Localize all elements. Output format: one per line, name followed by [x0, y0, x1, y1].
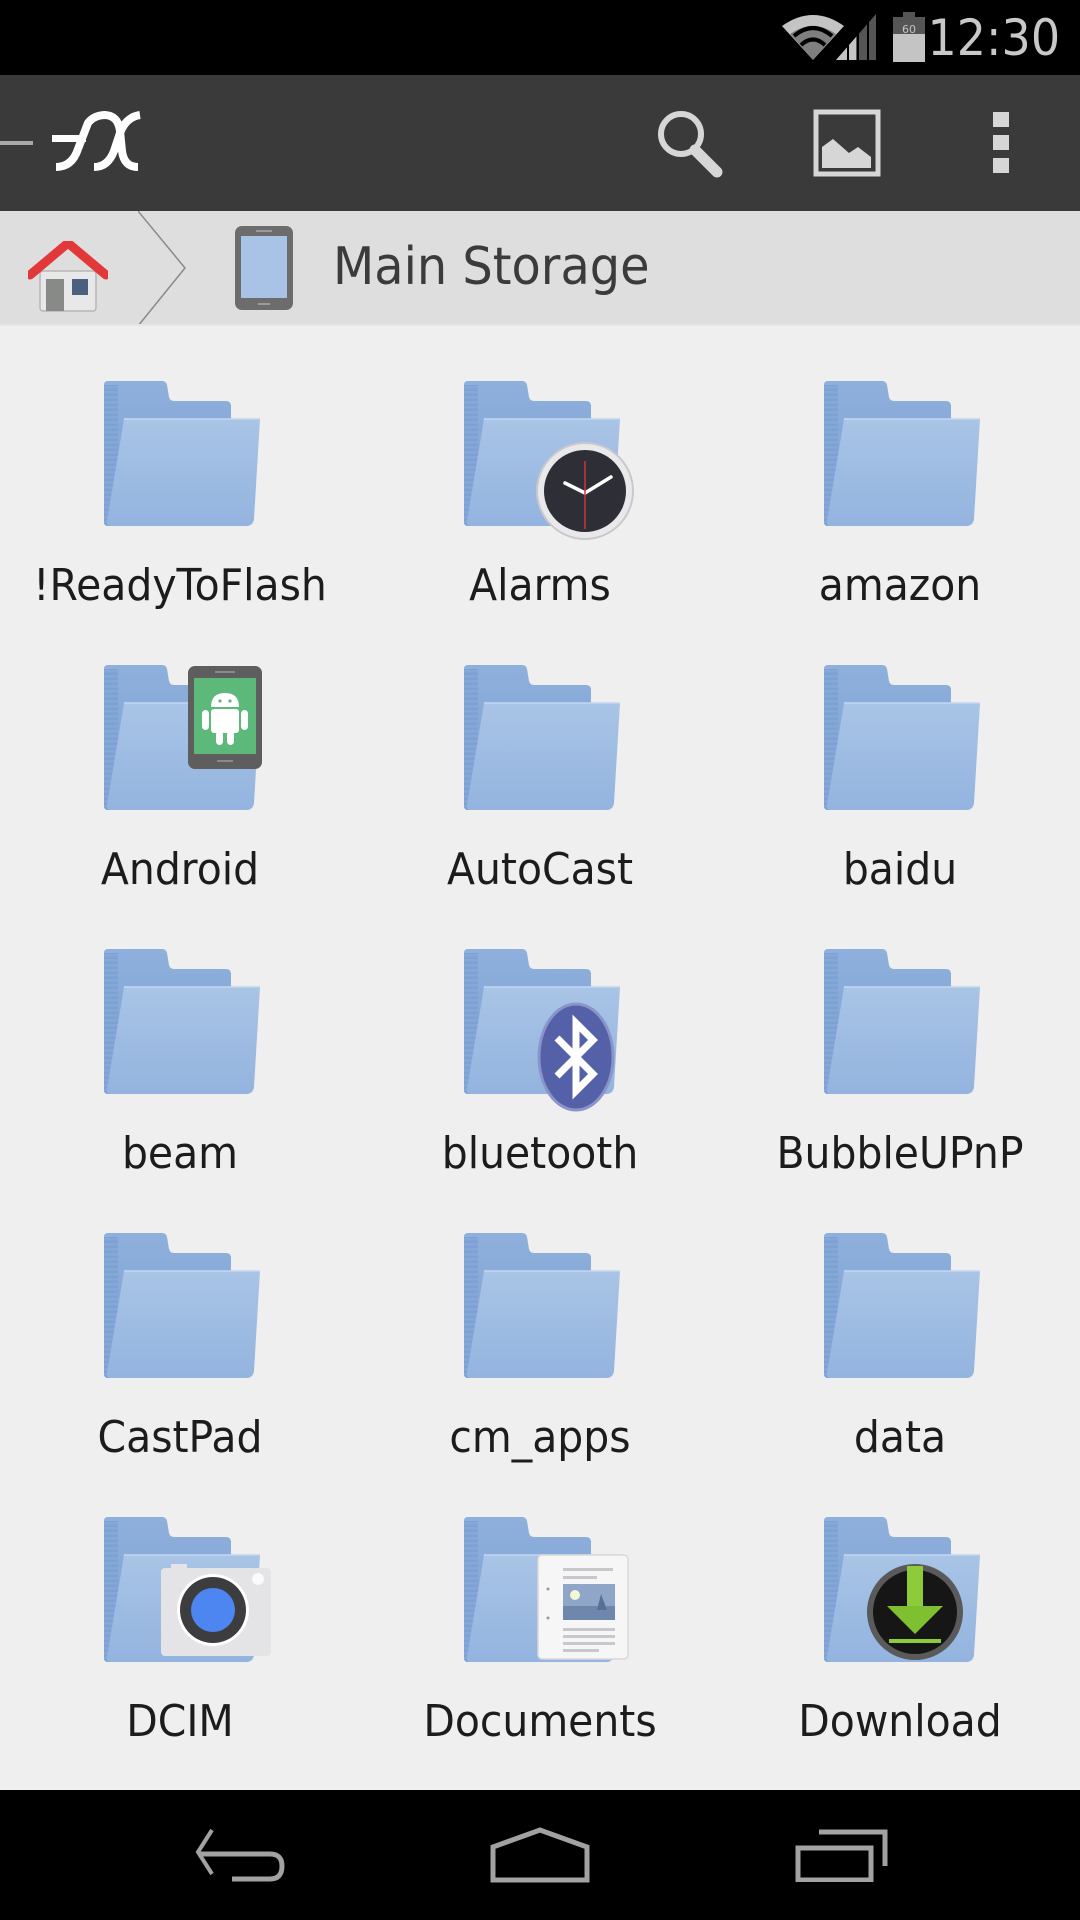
- search-button[interactable]: [640, 95, 740, 191]
- clock: 12:30: [927, 9, 1060, 67]
- folder-label: beam: [121, 1128, 239, 1179]
- battery-level: 60: [902, 23, 916, 36]
- folder-label: data: [853, 1412, 947, 1463]
- folder-label: Android: [100, 844, 260, 895]
- folder-item[interactable]: Download: [720, 1462, 1080, 1747]
- folder-item[interactable]: CastPad: [0, 1178, 360, 1463]
- folder-item[interactable]: bluetooth: [360, 894, 720, 1179]
- cell-signal-icon: [836, 14, 876, 62]
- camera-icon: [161, 1564, 271, 1656]
- breadcrumb-label: Main Storage: [333, 237, 650, 297]
- file-grid: !ReadyToFlash Alarms amazon Android AutoCast…: [0, 326, 1080, 1747]
- folder-item[interactable]: Android: [0, 610, 360, 895]
- app-logo-text: FX: [50, 111, 52, 112]
- folder-icon: [460, 665, 625, 810]
- folder-icon: [820, 1233, 985, 1378]
- folder-item[interactable]: Documents: [360, 1462, 720, 1747]
- home-nav-icon: [490, 1827, 590, 1883]
- folder-item[interactable]: amazon: [720, 326, 1080, 611]
- drawer-indicator[interactable]: [0, 141, 33, 145]
- folder-item[interactable]: BubbleUPnP: [720, 894, 1080, 1179]
- image-icon: [813, 109, 881, 177]
- home-icon: [28, 241, 108, 312]
- folder-item[interactable]: AutoCast: [360, 610, 720, 895]
- back-button[interactable]: [160, 1810, 320, 1900]
- folder-item[interactable]: data: [720, 1178, 1080, 1463]
- folder-item[interactable]: !ReadyToFlash: [0, 326, 360, 611]
- folder-label: DCIM: [126, 1696, 234, 1747]
- bluetooth-icon: [537, 1002, 615, 1112]
- battery-icon: 60: [893, 12, 925, 62]
- status-bar: 60 12:30: [0, 0, 1080, 75]
- folder-label: AutoCast: [446, 844, 634, 895]
- recents-icon: [795, 1829, 888, 1882]
- overflow-menu-icon: [993, 112, 1009, 173]
- system-navigation-bar: [0, 1790, 1080, 1920]
- app-logo[interactable]: FX: [50, 111, 142, 173]
- folder-icon: [820, 949, 985, 1094]
- folder-item[interactable]: cm_apps: [360, 1178, 720, 1463]
- file-grid-container[interactable]: !ReadyToFlash Alarms amazon Android AutoCast…: [0, 326, 1080, 1790]
- folder-icon: [100, 949, 265, 1094]
- folder-label: cm_apps: [449, 1412, 631, 1463]
- back-icon: [195, 1828, 285, 1882]
- folder-label: bluetooth: [441, 1128, 639, 1179]
- document-icon: [537, 1554, 629, 1660]
- folder-item[interactable]: beam: [0, 894, 360, 1179]
- phone-storage-icon: [235, 226, 293, 310]
- folder-item[interactable]: baidu: [720, 610, 1080, 895]
- folder-label: amazon: [818, 560, 982, 611]
- recents-button[interactable]: [762, 1810, 922, 1900]
- android-device-icon: [188, 666, 262, 769]
- folder-item[interactable]: Alarms: [360, 326, 720, 611]
- folder-label: Documents: [423, 1696, 657, 1747]
- breadcrumb-main-storage[interactable]: Main Storage: [200, 211, 700, 326]
- folder-label: CastPad: [97, 1412, 263, 1463]
- folder-icon: [460, 1233, 625, 1378]
- download-icon: [867, 1564, 963, 1660]
- app-toolbar: FX: [0, 75, 1080, 211]
- folder-label: !ReadyToFlash: [33, 560, 327, 611]
- folder-label: baidu: [842, 844, 958, 895]
- overflow-menu-button[interactable]: [951, 95, 1051, 191]
- breadcrumb: Main Storage: [0, 211, 1080, 326]
- folder-item[interactable]: DCIM: [0, 1462, 360, 1747]
- folder-icon: [820, 665, 985, 810]
- clock-icon: [536, 442, 634, 540]
- folder-label: BubbleUPnP: [776, 1128, 1024, 1179]
- folder-icon: [100, 1233, 265, 1378]
- folder-icon: [820, 381, 985, 526]
- folder-label: Alarms: [469, 560, 611, 611]
- folder-icon: [100, 381, 265, 526]
- home-button[interactable]: [460, 1810, 620, 1900]
- search-icon: [658, 111, 723, 178]
- thumbnails-button[interactable]: [797, 95, 897, 191]
- breadcrumb-separator-icon: [138, 211, 186, 326]
- folder-label: Download: [798, 1696, 1002, 1747]
